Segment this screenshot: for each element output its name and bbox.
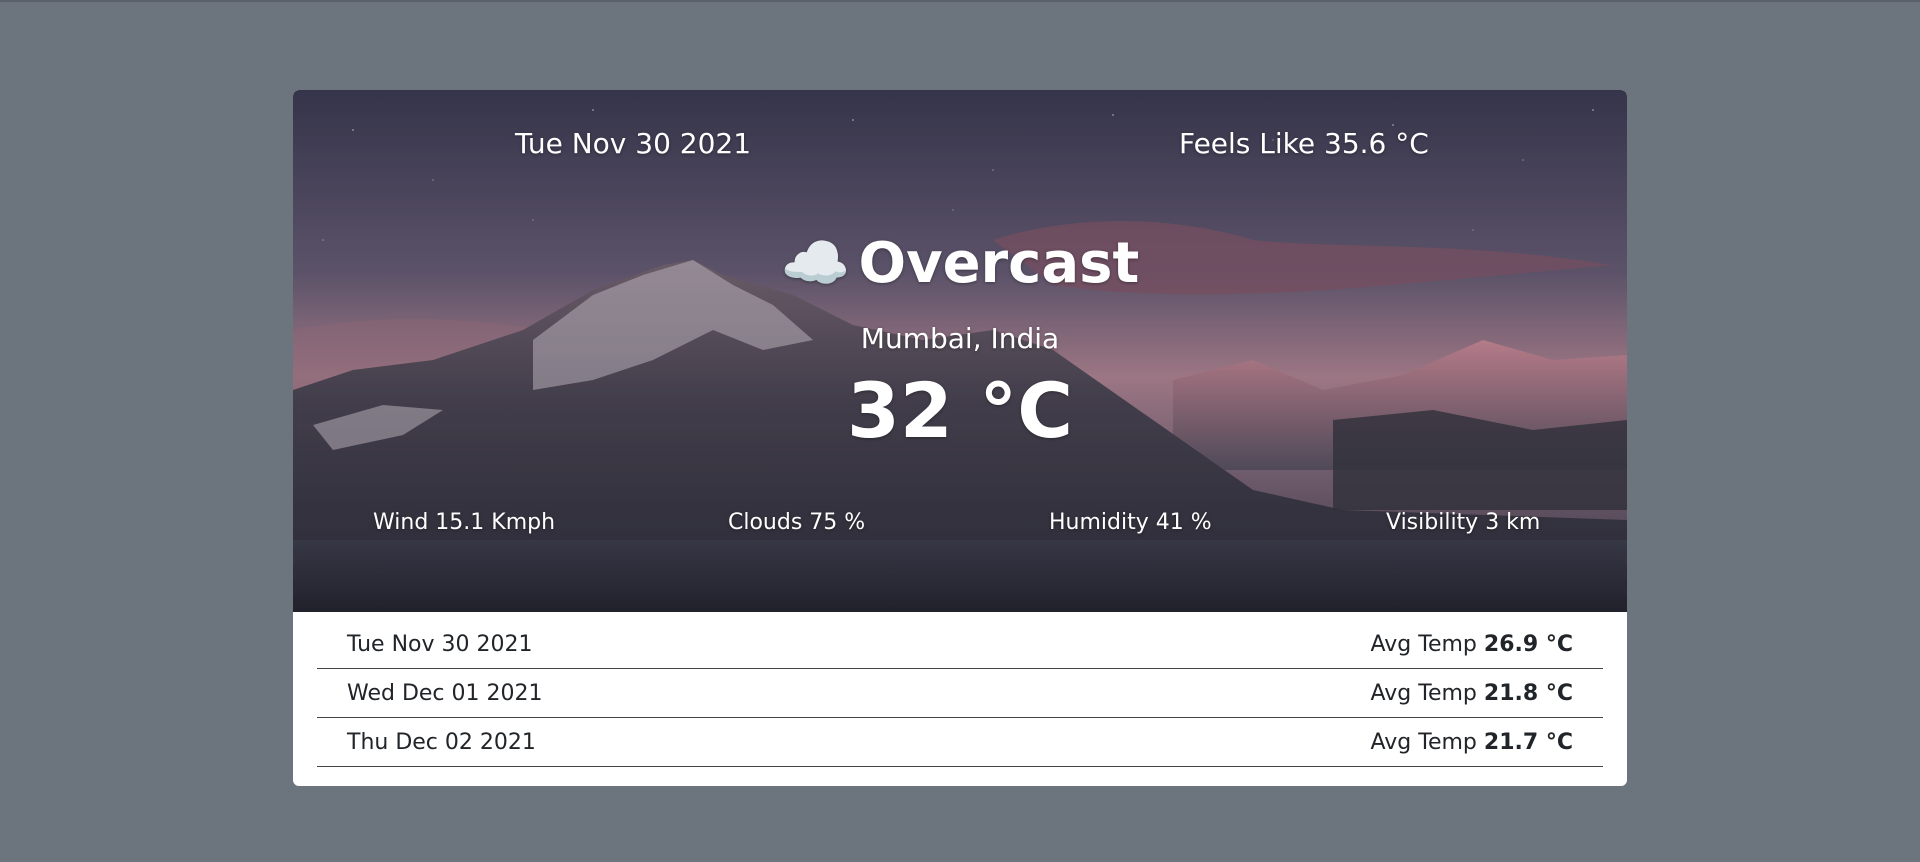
condition-label: Overcast	[858, 231, 1140, 296]
forecast-date: Tue Nov 30 2021	[347, 632, 533, 657]
forecast-date: Thu Dec 02 2021	[347, 730, 536, 755]
avg-temp-label: Avg Temp	[1370, 730, 1477, 755]
humidity-stat: Humidity 41 %	[1049, 510, 1212, 535]
forecast-date: Wed Dec 01 2021	[347, 681, 543, 706]
forecast-row: Tue Nov 30 2021 Avg Temp 26.9 °C	[317, 620, 1603, 669]
cloud-icon: ☁️	[780, 231, 851, 296]
avg-temp-label: Avg Temp	[1370, 632, 1477, 657]
clouds-stat: Clouds 75 %	[728, 510, 866, 535]
wind-stat: Wind 15.1 Kmph	[373, 510, 556, 535]
location-name: Mumbai, India	[860, 322, 1060, 355]
weather-condition: ☁️ Overcast	[293, 230, 1627, 296]
avg-temp-label: Avg Temp	[1370, 681, 1477, 706]
forecast-avg-temp: Avg Temp 21.7 °C	[1371, 730, 1573, 755]
top-border	[0, 0, 1920, 2]
current-date: Tue Nov 30 2021	[515, 127, 752, 160]
weather-hero: Tue Nov 30 2021 Feels Like 35.6 °C ☁️ Ove…	[293, 90, 1627, 612]
forecast-avg-temp: Avg Temp 26.9 °C	[1371, 632, 1573, 657]
visibility-stat: Visibility 3 km	[1386, 510, 1541, 535]
avg-temp-value: 21.8 °C	[1483, 681, 1573, 706]
forecast-row: Wed Dec 01 2021 Avg Temp 21.8 °C	[317, 669, 1603, 718]
weather-card: Tue Nov 30 2021 Feels Like 35.6 °C ☁️ Ove…	[293, 90, 1627, 786]
forecast-avg-temp: Avg Temp 21.8 °C	[1371, 681, 1573, 706]
feels-like-temperature: Feels Like 35.6 °C	[1179, 127, 1429, 160]
forecast-list: Tue Nov 30 2021 Avg Temp 26.9 °C Wed Dec…	[317, 620, 1603, 767]
current-temperature: 32 °C	[847, 366, 1073, 455]
avg-temp-value: 26.9 °C	[1483, 632, 1573, 657]
forecast-row: Thu Dec 02 2021 Avg Temp 21.7 °C	[317, 718, 1603, 767]
avg-temp-value: 21.7 °C	[1483, 730, 1573, 755]
